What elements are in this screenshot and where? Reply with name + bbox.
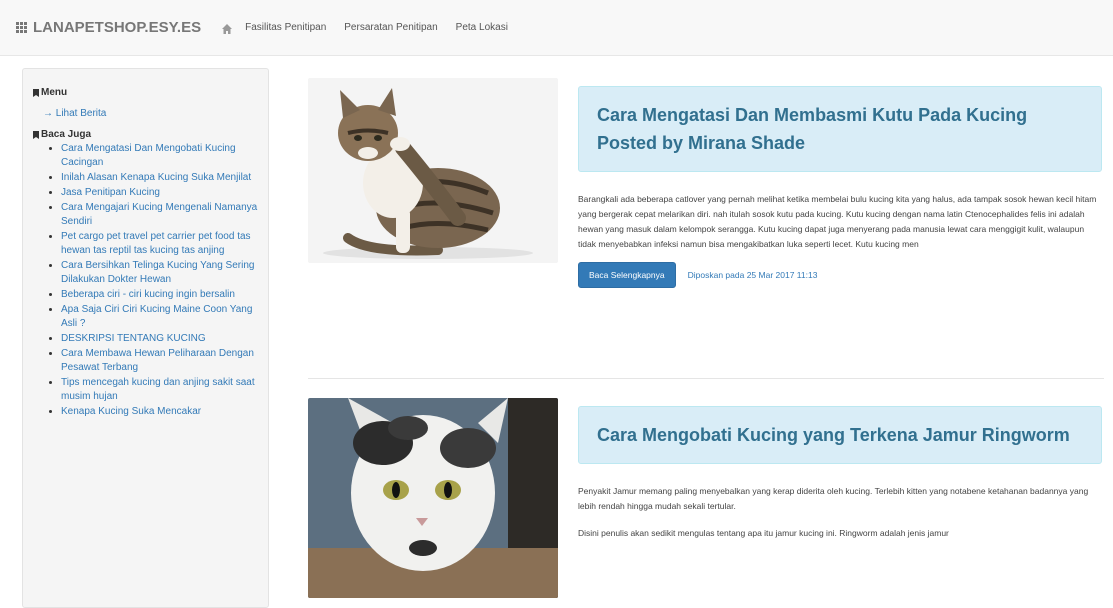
article-title[interactable]: Cara Mengatasi Dan Membasmi Kutu Pada Ku… (578, 86, 1102, 172)
related-link[interactable]: Cara Mengatasi Dan Mengobati Kucing Caci… (61, 142, 258, 170)
nav-link-peta-lokasi[interactable]: Peta Lokasi (456, 22, 508, 33)
cat-scratching-image[interactable] (308, 78, 558, 263)
related-link[interactable]: Beberapa ciri - ciri kucing ingin bersal… (61, 288, 258, 302)
related-list: Cara Mengatasi Dan Mengobati Kucing Caci… (33, 142, 258, 419)
brand-link[interactable]: LANAPETSHOP.ESY.ES (16, 19, 201, 36)
top-navbar: LANAPETSHOP.ESY.ES Fasilitas Penitipan P… (0, 0, 1113, 56)
article-body: Cara Mengatasi Dan Membasmi Kutu Pada Ku… (578, 86, 1102, 288)
posted-date: Diposkan pada 25 Mar 2017 11:13 (687, 270, 818, 280)
article-excerpt: Penyakit Jamur memang paling menyebalkan… (578, 486, 1089, 511)
article-excerpt-continued: Disini penulis akan sedikit mengulas ten… (578, 528, 949, 538)
related-link[interactable]: Pet cargo pet travel pet carrier pet foo… (61, 230, 258, 258)
bookmark-icon (33, 130, 39, 139)
baca-juga-heading: Baca Juga (33, 129, 258, 140)
article-body: Cara Mengobati Kucing yang Terkena Jamur… (578, 406, 1102, 541)
related-link[interactable]: Apa Saja Ciri Ciri Kucing Maine Coon Yan… (61, 303, 258, 331)
sidebar: Menu → Lihat Berita Baca Juga Cara Menga… (22, 68, 269, 608)
article-title[interactable]: Cara Mengobati Kucing yang Terkena Jamur… (578, 406, 1102, 464)
related-link[interactable]: Cara Membawa Hewan Peliharaan Dengan Pes… (61, 347, 258, 375)
read-more-button[interactable]: Baca Selengkapnya (578, 262, 676, 288)
article-excerpt: Barangkali ada beberapa catlover yang pe… (578, 194, 1097, 249)
related-link[interactable]: Kenapa Kucing Suka Mencakar (61, 405, 258, 419)
home-icon[interactable] (221, 22, 233, 34)
nav-link-fasilitas[interactable]: Fasilitas Penitipan (245, 22, 326, 33)
lihat-berita-link[interactable]: → Lihat Berita (43, 108, 258, 119)
article-divider (308, 378, 1104, 379)
nav-link-persaratan[interactable]: Persaratan Penitipan (344, 22, 437, 33)
related-link[interactable]: Tips mencegah kucing dan anjing sakit sa… (61, 376, 258, 404)
related-link[interactable]: Inilah Alasan Kenapa Kucing Suka Menjila… (61, 171, 258, 185)
article-meta: Baca Selengkapnya Diposkan pada 25 Mar 2… (578, 262, 1102, 288)
related-link[interactable]: DESKRIPSI TENTANG KUCING (61, 332, 258, 346)
cat-ringworm-image[interactable] (308, 398, 558, 598)
menu-heading: Menu (33, 87, 258, 98)
brand-title: LANAPETSHOP.ESY.ES (33, 19, 202, 36)
bookmark-icon (33, 88, 39, 97)
related-link[interactable]: Jasa Penitipan Kucing (61, 186, 258, 200)
nav-links: Fasilitas Penitipan Persaratan Penitipan… (245, 22, 526, 33)
related-link[interactable]: Cara Mengajari Kucing Mengenali Namanya … (61, 201, 258, 229)
related-link[interactable]: Cara Bersihkan Telinga Kucing Yang Serin… (61, 259, 258, 287)
baca-juga-label: Baca Juga (41, 129, 92, 140)
grid-icon (16, 22, 27, 33)
menu-heading-label: Menu (41, 87, 68, 98)
